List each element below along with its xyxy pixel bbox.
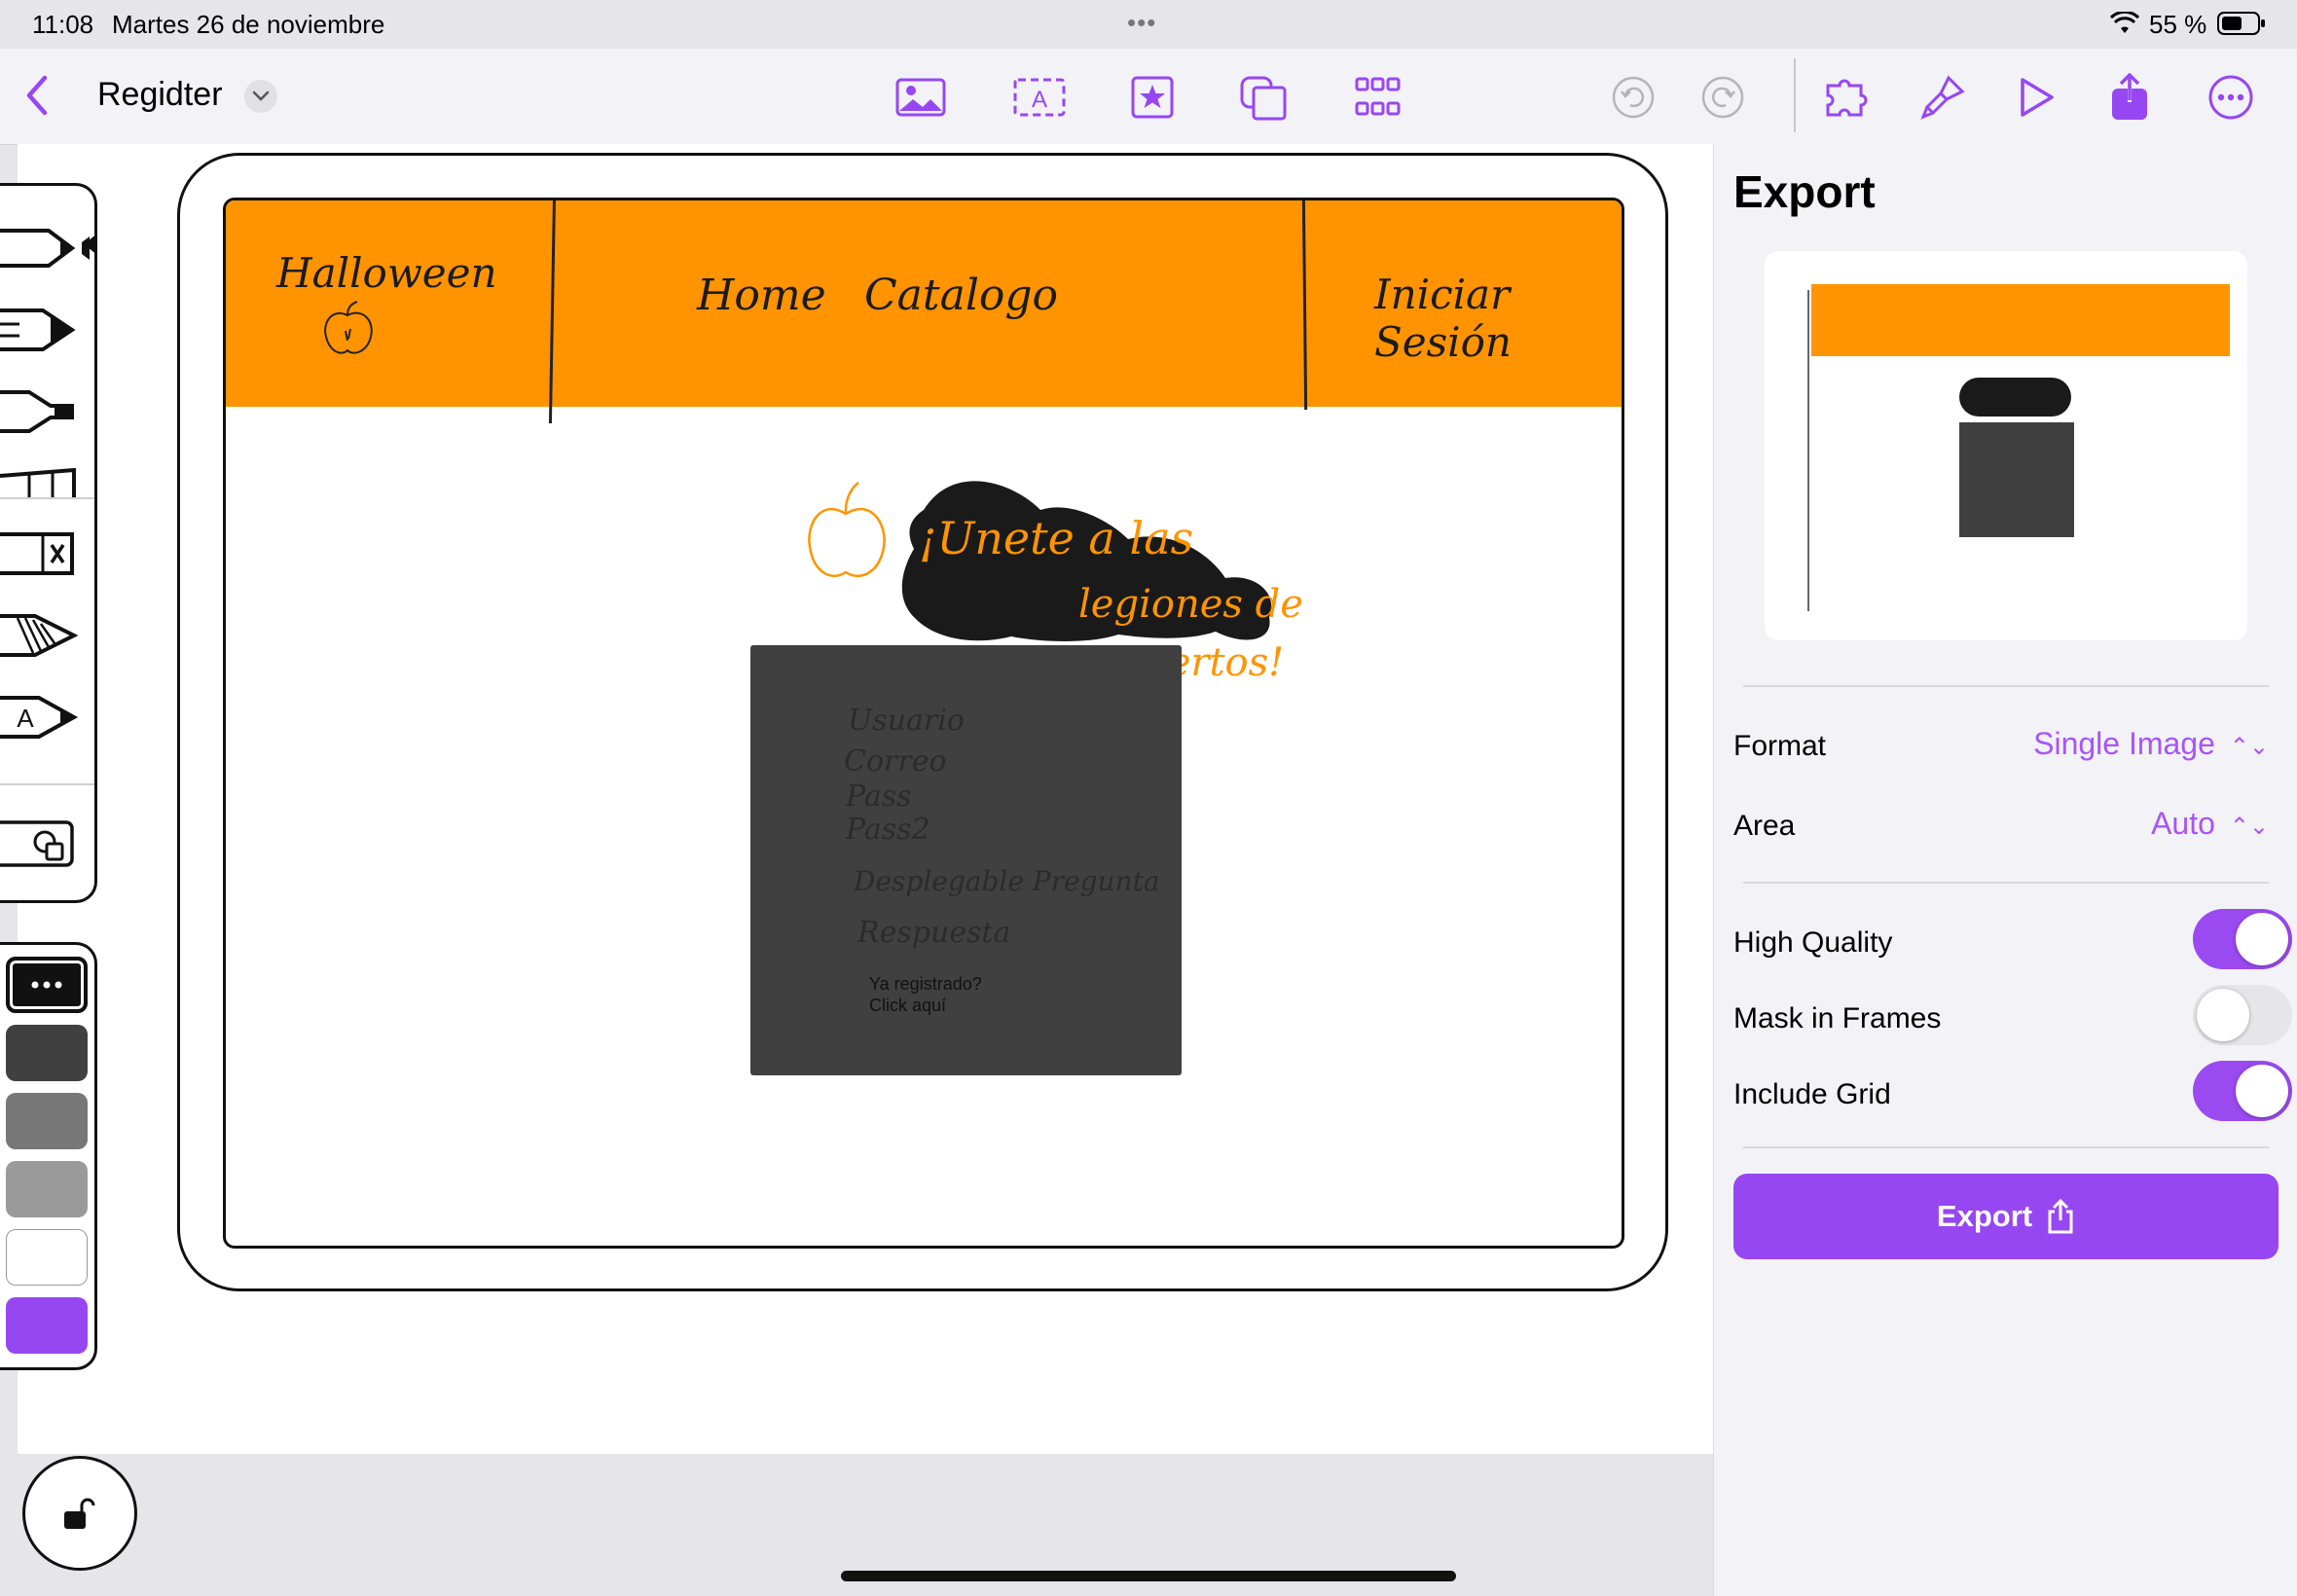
undo-icon[interactable] bbox=[1606, 70, 1660, 125]
pen-icon[interactable] bbox=[0, 221, 90, 275]
field-pass: Pass bbox=[846, 780, 912, 814]
login-prompt-line1: Ya registrado? bbox=[869, 974, 982, 994]
battery-percentage: 55 % bbox=[2149, 10, 2207, 39]
redo-icon[interactable] bbox=[1695, 70, 1750, 125]
field-usuario: Usuario bbox=[848, 704, 965, 738]
header-divider bbox=[1301, 200, 1308, 411]
chevron-up-down-icon: ⌃⌄ bbox=[2229, 814, 2269, 840]
preview-form bbox=[1959, 422, 2074, 537]
palette-divider bbox=[0, 497, 94, 499]
lock-button[interactable] bbox=[22, 1456, 137, 1571]
export-panel: Export Format Single Image ⌃⌄ Area Auto … bbox=[1713, 144, 2297, 1596]
selected-tool-indicator bbox=[82, 234, 97, 255]
export-button-label: Export bbox=[1936, 1199, 2033, 1233]
more-icon bbox=[31, 981, 62, 989]
apple-sketch-icon bbox=[318, 298, 377, 360]
color-swatch[interactable] bbox=[6, 1025, 88, 1081]
wireframe-brand: Halloween bbox=[276, 249, 497, 297]
palette-divider bbox=[0, 783, 94, 785]
wireframe-header: Halloween Home Catalogo Iniciar Sesión bbox=[226, 200, 1622, 424]
wifi-icon bbox=[2110, 12, 2139, 35]
panel-title: Export bbox=[1733, 166, 1876, 217]
marker-icon[interactable] bbox=[0, 303, 82, 357]
registration-form-sketch: Usuario Correo Pass Pass2 Desplegable Pr… bbox=[750, 645, 1182, 1075]
grid-icon[interactable] bbox=[1351, 70, 1405, 125]
area-picker[interactable]: Auto ⌃⌄ bbox=[2151, 806, 2269, 842]
more-colors-button[interactable] bbox=[6, 957, 88, 1013]
divider bbox=[1743, 685, 2269, 687]
chevron-down-icon[interactable] bbox=[244, 80, 277, 113]
high-quality-label: High Quality bbox=[1733, 926, 1893, 959]
preview-ink-blot bbox=[1959, 378, 2071, 417]
home-indicator bbox=[841, 1571, 1456, 1581]
include-grid-label: Include Grid bbox=[1733, 1078, 1891, 1110]
chevron-up-down-icon: ⌃⌄ bbox=[2229, 734, 2269, 760]
eraser-icon[interactable] bbox=[0, 526, 82, 581]
highlighter-icon[interactable] bbox=[0, 384, 82, 439]
field-respuesta: Respuesta bbox=[857, 916, 1011, 950]
preview-frame-edge bbox=[1807, 290, 1809, 611]
area-label: Area bbox=[1733, 810, 1796, 842]
wireframe-login-link: Iniciar Sesión bbox=[1374, 271, 1512, 366]
include-grid-toggle[interactable] bbox=[2193, 1061, 2292, 1121]
field-pregunta: Desplegable Pregunta bbox=[854, 865, 1160, 897]
wireframe-nav-catalog: Catalogo bbox=[864, 271, 1059, 320]
document-title[interactable]: Regidter bbox=[97, 76, 223, 114]
multitasking-dots[interactable]: ••• bbox=[1127, 8, 1156, 38]
preview-header bbox=[1811, 284, 2230, 356]
brush-icon[interactable] bbox=[1915, 70, 1970, 125]
color-swatch[interactable] bbox=[6, 1093, 88, 1149]
divider bbox=[1743, 882, 2269, 884]
status-time: 11:08 bbox=[32, 10, 94, 39]
area-value: Auto bbox=[2151, 806, 2215, 841]
field-correo: Correo bbox=[844, 744, 947, 779]
high-quality-toggle[interactable] bbox=[2193, 909, 2292, 969]
svg-text:A: A bbox=[1032, 87, 1047, 113]
wireframe-headline-line2: legiones de bbox=[1078, 582, 1303, 627]
field-pass2: Pass2 bbox=[846, 813, 930, 847]
wireframe-nav-home: Home bbox=[697, 271, 826, 320]
image-icon[interactable] bbox=[893, 70, 948, 125]
lasso-icon[interactable] bbox=[0, 608, 82, 663]
text-box-icon[interactable]: A bbox=[1012, 70, 1067, 125]
lock-open-icon bbox=[64, 1498, 95, 1529]
color-swatch[interactable] bbox=[6, 1229, 88, 1286]
color-palette bbox=[0, 942, 97, 1370]
shape-recognition-icon[interactable] bbox=[0, 816, 82, 871]
divider bbox=[1743, 1146, 2269, 1148]
header-divider bbox=[548, 200, 557, 424]
tool-palette: A bbox=[0, 183, 97, 903]
shapes-icon[interactable] bbox=[1236, 70, 1291, 125]
export-button[interactable]: Export bbox=[1733, 1174, 2279, 1259]
chevron-left-icon[interactable] bbox=[21, 74, 53, 117]
more-icon[interactable] bbox=[2204, 70, 2258, 125]
share-icon[interactable] bbox=[2102, 70, 2157, 125]
toolbar-divider bbox=[1794, 58, 1796, 132]
mask-in-frames-toggle[interactable] bbox=[2193, 985, 2292, 1045]
share-icon bbox=[2048, 1199, 2073, 1234]
battery-icon bbox=[2217, 12, 2266, 35]
format-picker[interactable]: Single Image ⌃⌄ bbox=[2033, 726, 2269, 762]
svg-text:A: A bbox=[17, 704, 34, 733]
mask-in-frames-label: Mask in Frames bbox=[1733, 1002, 1942, 1034]
apple-sketch-icon bbox=[802, 475, 890, 587]
export-preview bbox=[1765, 251, 2247, 640]
ruler-icon[interactable] bbox=[0, 468, 82, 497]
color-swatch[interactable] bbox=[6, 1297, 88, 1354]
puzzle-icon[interactable] bbox=[1822, 70, 1877, 125]
login-prompt-line2: Click aquí bbox=[869, 996, 947, 1015]
format-value: Single Image bbox=[2033, 726, 2215, 761]
play-icon[interactable] bbox=[2009, 70, 2063, 125]
status-date: Martes 26 de noviembre bbox=[112, 10, 385, 39]
wireframe-headline-line1: ¡Unete a las bbox=[919, 512, 1194, 564]
star-icon[interactable] bbox=[1125, 70, 1180, 125]
format-label: Format bbox=[1733, 730, 1827, 762]
color-swatch[interactable] bbox=[6, 1161, 88, 1217]
text-pen-icon[interactable]: A bbox=[0, 690, 82, 744]
